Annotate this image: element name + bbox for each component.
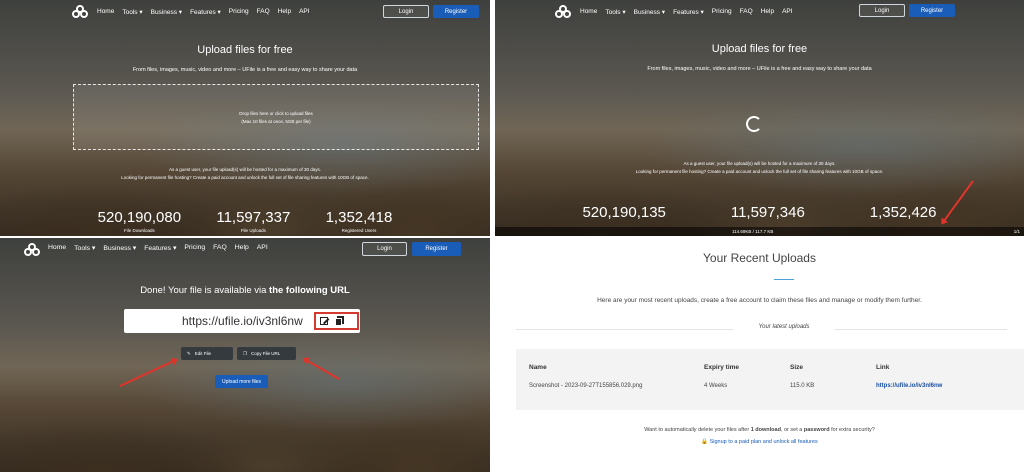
menu-home[interactable]: Home <box>48 244 66 252</box>
loading-spinner-icon <box>746 116 762 132</box>
guest-info-line2: Looking for permanent file hosting? Crea… <box>635 169 884 174</box>
login-button[interactable]: Login <box>859 4 905 17</box>
menu-pricing[interactable]: Pricing <box>229 8 249 16</box>
register-button[interactable]: Register <box>433 5 479 18</box>
copy-icon[interactable] <box>335 316 345 326</box>
main-menu: Home Tools ▾ Business ▾ Features ▾ Prici… <box>48 244 268 252</box>
menu-help[interactable]: Help <box>235 244 249 252</box>
menu-help[interactable]: Help <box>278 8 291 16</box>
stat-uploads: 11,597,346 <box>730 204 805 221</box>
menu-home[interactable]: Home <box>97 8 114 16</box>
divider-right <box>834 329 1007 330</box>
progress-counter: 1/1 <box>1013 229 1020 234</box>
login-button[interactable]: Login <box>362 242 407 256</box>
ufile-logo[interactable] <box>555 5 573 19</box>
done-title: Done! Your file is available via the fol… <box>140 285 350 296</box>
lock-icon: 🔒 <box>701 439 709 445</box>
col-link: Link <box>876 364 890 371</box>
file-url[interactable]: https://ufile.io/iv3nl6nw <box>182 314 303 328</box>
menu-features[interactable]: Features ▾ <box>144 244 176 252</box>
col-name: Name <box>529 364 547 371</box>
ufile-logo[interactable] <box>72 5 90 19</box>
edit-file-button[interactable]: ✎ Edit File <box>181 347 233 360</box>
menu-api[interactable]: API <box>257 244 268 252</box>
edit-file-icon: ✎ <box>187 350 191 356</box>
hero-subtitle: From files, images, music, video and mor… <box>132 67 358 73</box>
latest-uploads-label: Your latest uploads <box>758 324 810 330</box>
recent-description: Here are your most recent uploads, creat… <box>597 297 922 304</box>
edit-icon[interactable] <box>320 316 330 326</box>
menu-help[interactable]: Help <box>761 8 774 16</box>
panel-upload-done: Home Tools ▾ Business ▾ Features ▾ Prici… <box>0 238 490 472</box>
hero-title: Upload files for free <box>197 44 293 56</box>
guest-info: As a guest user, your file upload(s) wil… <box>0 166 490 182</box>
copy-url-button[interactable]: ❐ Copy File URL <box>237 347 296 360</box>
menu-faq[interactable]: FAQ <box>257 8 270 16</box>
stat-users: 1,352,426 <box>869 204 937 221</box>
menu-business[interactable]: Business ▾ <box>151 8 182 16</box>
recent-title: Your Recent Uploads <box>703 251 816 265</box>
title-underline <box>774 279 794 280</box>
progress-text: 114.69KB / 117.7 KB <box>732 229 774 234</box>
menu-tools[interactable]: Tools ▾ <box>122 8 142 16</box>
signup-link[interactable]: 🔒 Signup to a paid plan and unlock all f… <box>495 439 1024 445</box>
menu-tools[interactable]: Tools ▾ <box>74 244 95 252</box>
stat-users: 1,352,418 Registered Users <box>325 209 393 233</box>
cell-filename: Screenshot - 2023-09-27T155856.029.png <box>529 383 643 389</box>
guest-info-line1: As a guest user, your file upload(s) wil… <box>683 161 836 166</box>
hero-title: Upload files for free <box>711 43 808 55</box>
security-note: Want to automatically delete your files … <box>644 427 875 433</box>
dropzone-line2: (Max 10 files at once, 5GB per file) <box>241 119 311 124</box>
copy-url-icon: ❐ <box>243 350 248 356</box>
cell-expiry: 4 Weeks <box>704 383 728 389</box>
upload-more-button[interactable]: Upload more files <box>215 375 268 388</box>
menu-tools[interactable]: Tools ▾ <box>605 8 625 16</box>
url-actions <box>314 312 359 330</box>
menu-api[interactable]: API <box>782 8 792 16</box>
cell-link[interactable]: https://ufile.io/iv3nl6nw <box>876 383 942 389</box>
stats-row: 520,190,080 File Downloads 11,597,337 Fi… <box>0 209 490 233</box>
col-size: Size <box>790 364 804 371</box>
upload-progress-bar: 114.69KB / 117.7 KB 1/1 <box>495 227 1024 236</box>
panel-recent-uploads: Your Recent Uploads Here are your most r… <box>495 238 1024 472</box>
ufile-logo[interactable] <box>24 243 42 257</box>
main-menu: Home Tools ▾ Business ▾ Features ▾ Prici… <box>580 8 793 16</box>
menu-pricing[interactable]: Pricing <box>712 8 732 16</box>
menu-features[interactable]: Features ▾ <box>190 8 221 16</box>
hero-subtitle: From files, images, music, video and mor… <box>647 66 872 72</box>
stat-uploads: 11,597,337 File Uploads <box>216 209 291 233</box>
menu-home[interactable]: Home <box>580 8 597 16</box>
dropzone-line1: Drop files here or click to upload files <box>239 111 313 116</box>
main-menu: Home Tools ▾ Business ▾ Features ▾ Prici… <box>97 8 310 16</box>
guest-info-line2: Looking for permanent file hosting? Crea… <box>121 175 369 180</box>
menu-faq[interactable]: FAQ <box>740 8 753 16</box>
col-expiry: Expiry time <box>704 364 740 371</box>
dropzone[interactable]: Drop files here or click to upload files… <box>73 84 479 150</box>
guest-info-line1: As a guest user, your file upload(s) wil… <box>168 167 322 172</box>
register-button[interactable]: Register <box>412 242 461 256</box>
register-button[interactable]: Register <box>909 4 955 17</box>
guest-info: As a guest user, your file upload(s) wil… <box>495 160 1024 176</box>
stat-downloads: 520,190,135 <box>582 204 666 221</box>
cell-size: 115.0 KB <box>790 383 815 389</box>
login-button[interactable]: Login <box>383 5 429 18</box>
menu-business[interactable]: Business ▾ <box>103 244 136 252</box>
menu-business[interactable]: Business ▾ <box>634 8 665 16</box>
uploads-table: Name Expiry time Size Link Screenshot - … <box>516 349 1024 410</box>
divider-left <box>516 329 734 330</box>
menu-features[interactable]: Features ▾ <box>673 8 704 16</box>
panel-upload-page: Home Tools ▾ Business ▾ Features ▾ Prici… <box>0 0 490 236</box>
menu-pricing[interactable]: Pricing <box>184 244 205 252</box>
stat-downloads: 520,190,080 File Downloads <box>97 209 182 233</box>
menu-faq[interactable]: FAQ <box>213 244 227 252</box>
panel-uploading: Home Tools ▾ Business ▾ Features ▾ Prici… <box>495 0 1024 236</box>
menu-api[interactable]: API <box>299 8 309 16</box>
